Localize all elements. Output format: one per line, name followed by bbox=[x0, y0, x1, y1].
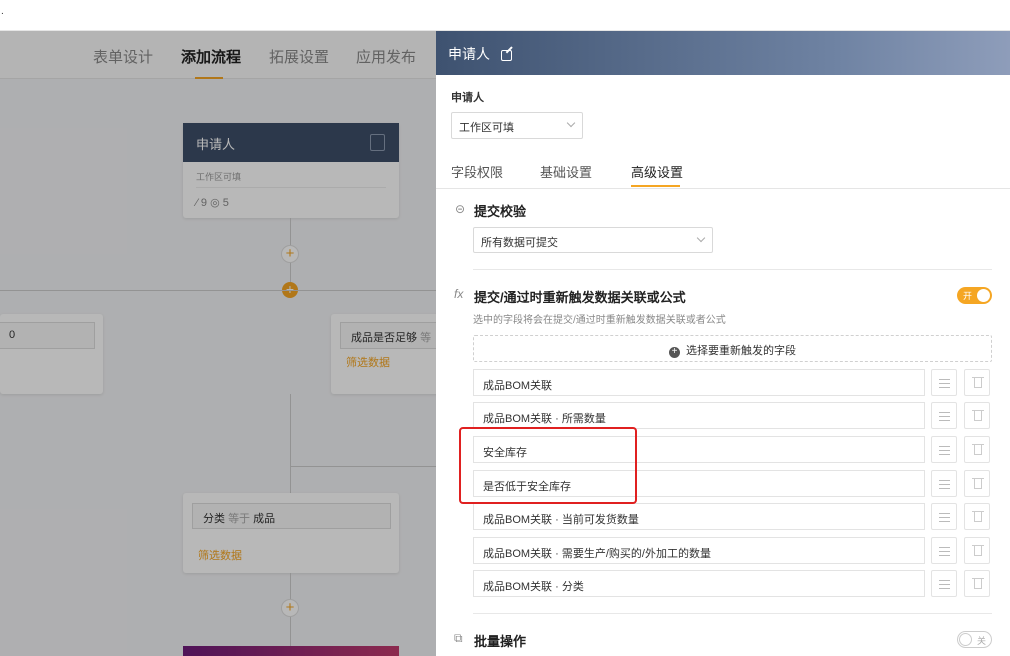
drag-handle-icon[interactable] bbox=[931, 503, 957, 530]
panel-header: 申请人 bbox=[436, 31, 1010, 75]
divider bbox=[473, 613, 992, 614]
field-row: 成品BOM关联 · 所需数量 bbox=[473, 402, 992, 429]
edit-icon[interactable] bbox=[500, 50, 512, 61]
highlight-box bbox=[459, 427, 637, 504]
trash-icon[interactable] bbox=[964, 436, 990, 463]
applicant-select[interactable]: 工作区可填 bbox=[451, 112, 583, 139]
submit-check-select[interactable]: 所有数据可提交 bbox=[473, 227, 713, 253]
panel-tabs: 字段权限 基础设置 高级设置 bbox=[436, 157, 1010, 189]
tab-underline bbox=[631, 185, 680, 187]
drag-handle-icon[interactable] bbox=[931, 369, 957, 396]
shield-check-icon: ⊝ bbox=[455, 202, 466, 216]
trash-icon[interactable] bbox=[964, 570, 990, 597]
tab-basic-settings[interactable]: 基础设置 bbox=[540, 162, 592, 181]
plus-circle-icon: + bbox=[669, 347, 680, 358]
drag-handle-icon[interactable] bbox=[931, 537, 957, 564]
field-row: 成品BOM关联 · 分类 bbox=[473, 570, 992, 597]
field-name: 成品BOM关联 bbox=[473, 369, 925, 396]
top-bar: . bbox=[0, 0, 1010, 31]
submit-check-select-value: 所有数据可提交 bbox=[481, 237, 558, 249]
trash-icon[interactable] bbox=[964, 369, 990, 396]
field-name: 成品BOM关联 · 当前可发货数量 bbox=[473, 503, 925, 530]
batch-toggle[interactable]: 关 bbox=[957, 631, 992, 648]
divider bbox=[473, 269, 992, 270]
retrigger-description: 选中的字段将会在提交/通过时重新触发数据关联或者公式 bbox=[473, 315, 726, 326]
copy-icon: ⧉ bbox=[454, 631, 463, 645]
drag-handle-icon[interactable] bbox=[931, 570, 957, 597]
trash-icon[interactable] bbox=[964, 470, 990, 497]
select-fields-button[interactable]: + 选择要重新触发的字段 bbox=[473, 335, 992, 362]
field-row: 成品BOM关联 · 需要生产/购买的/外加工的数量 bbox=[473, 537, 992, 564]
field-name: 成品BOM关联 · 分类 bbox=[473, 570, 925, 597]
tab-field-permissions[interactable]: 字段权限 bbox=[451, 162, 503, 181]
drag-handle-icon[interactable] bbox=[931, 436, 957, 463]
batch-title: 批量操作 bbox=[474, 634, 527, 649]
retrigger-toggle[interactable]: 开 bbox=[957, 287, 992, 304]
field-name: 成品BOM关联 · 所需数量 bbox=[473, 402, 925, 429]
drag-handle-icon[interactable] bbox=[931, 402, 957, 429]
tab-advanced-settings[interactable]: 高级设置 bbox=[631, 162, 683, 181]
trash-icon[interactable] bbox=[964, 537, 990, 564]
trash-icon[interactable] bbox=[964, 503, 990, 530]
retrigger-toggle-label: 开 bbox=[963, 291, 973, 301]
node-settings-panel: 申请人 申请人 工作区可填 字段权限 基础设置 高级设置 ⊝ 提交校验 所有数据… bbox=[436, 31, 1010, 656]
modal-overlay[interactable] bbox=[0, 31, 436, 656]
trash-icon[interactable] bbox=[964, 402, 990, 429]
drag-handle-icon[interactable] bbox=[931, 470, 957, 497]
applicant-label: 申请人 bbox=[451, 92, 484, 104]
field-name: 成品BOM关联 · 需要生产/购买的/外加工的数量 bbox=[473, 537, 925, 564]
chevron-down-icon bbox=[696, 233, 706, 243]
retrigger-title: 提交/通过时重新触发数据关联或公式 bbox=[474, 290, 686, 305]
submit-check-title: 提交校验 bbox=[474, 204, 527, 219]
select-fields-label: 选择要重新触发的字段 bbox=[686, 345, 796, 357]
formula-icon: fx bbox=[454, 287, 464, 301]
top-bar-dot: . bbox=[1, 6, 4, 17]
panel-title: 申请人 bbox=[448, 46, 490, 62]
batch-toggle-label: 关 bbox=[976, 636, 986, 646]
field-row: 成品BOM关联 · 当前可发货数量 bbox=[473, 503, 992, 530]
applicant-select-value: 工作区可填 bbox=[459, 122, 514, 134]
field-row: 成品BOM关联 bbox=[473, 369, 992, 396]
chevron-down-icon bbox=[566, 118, 576, 128]
